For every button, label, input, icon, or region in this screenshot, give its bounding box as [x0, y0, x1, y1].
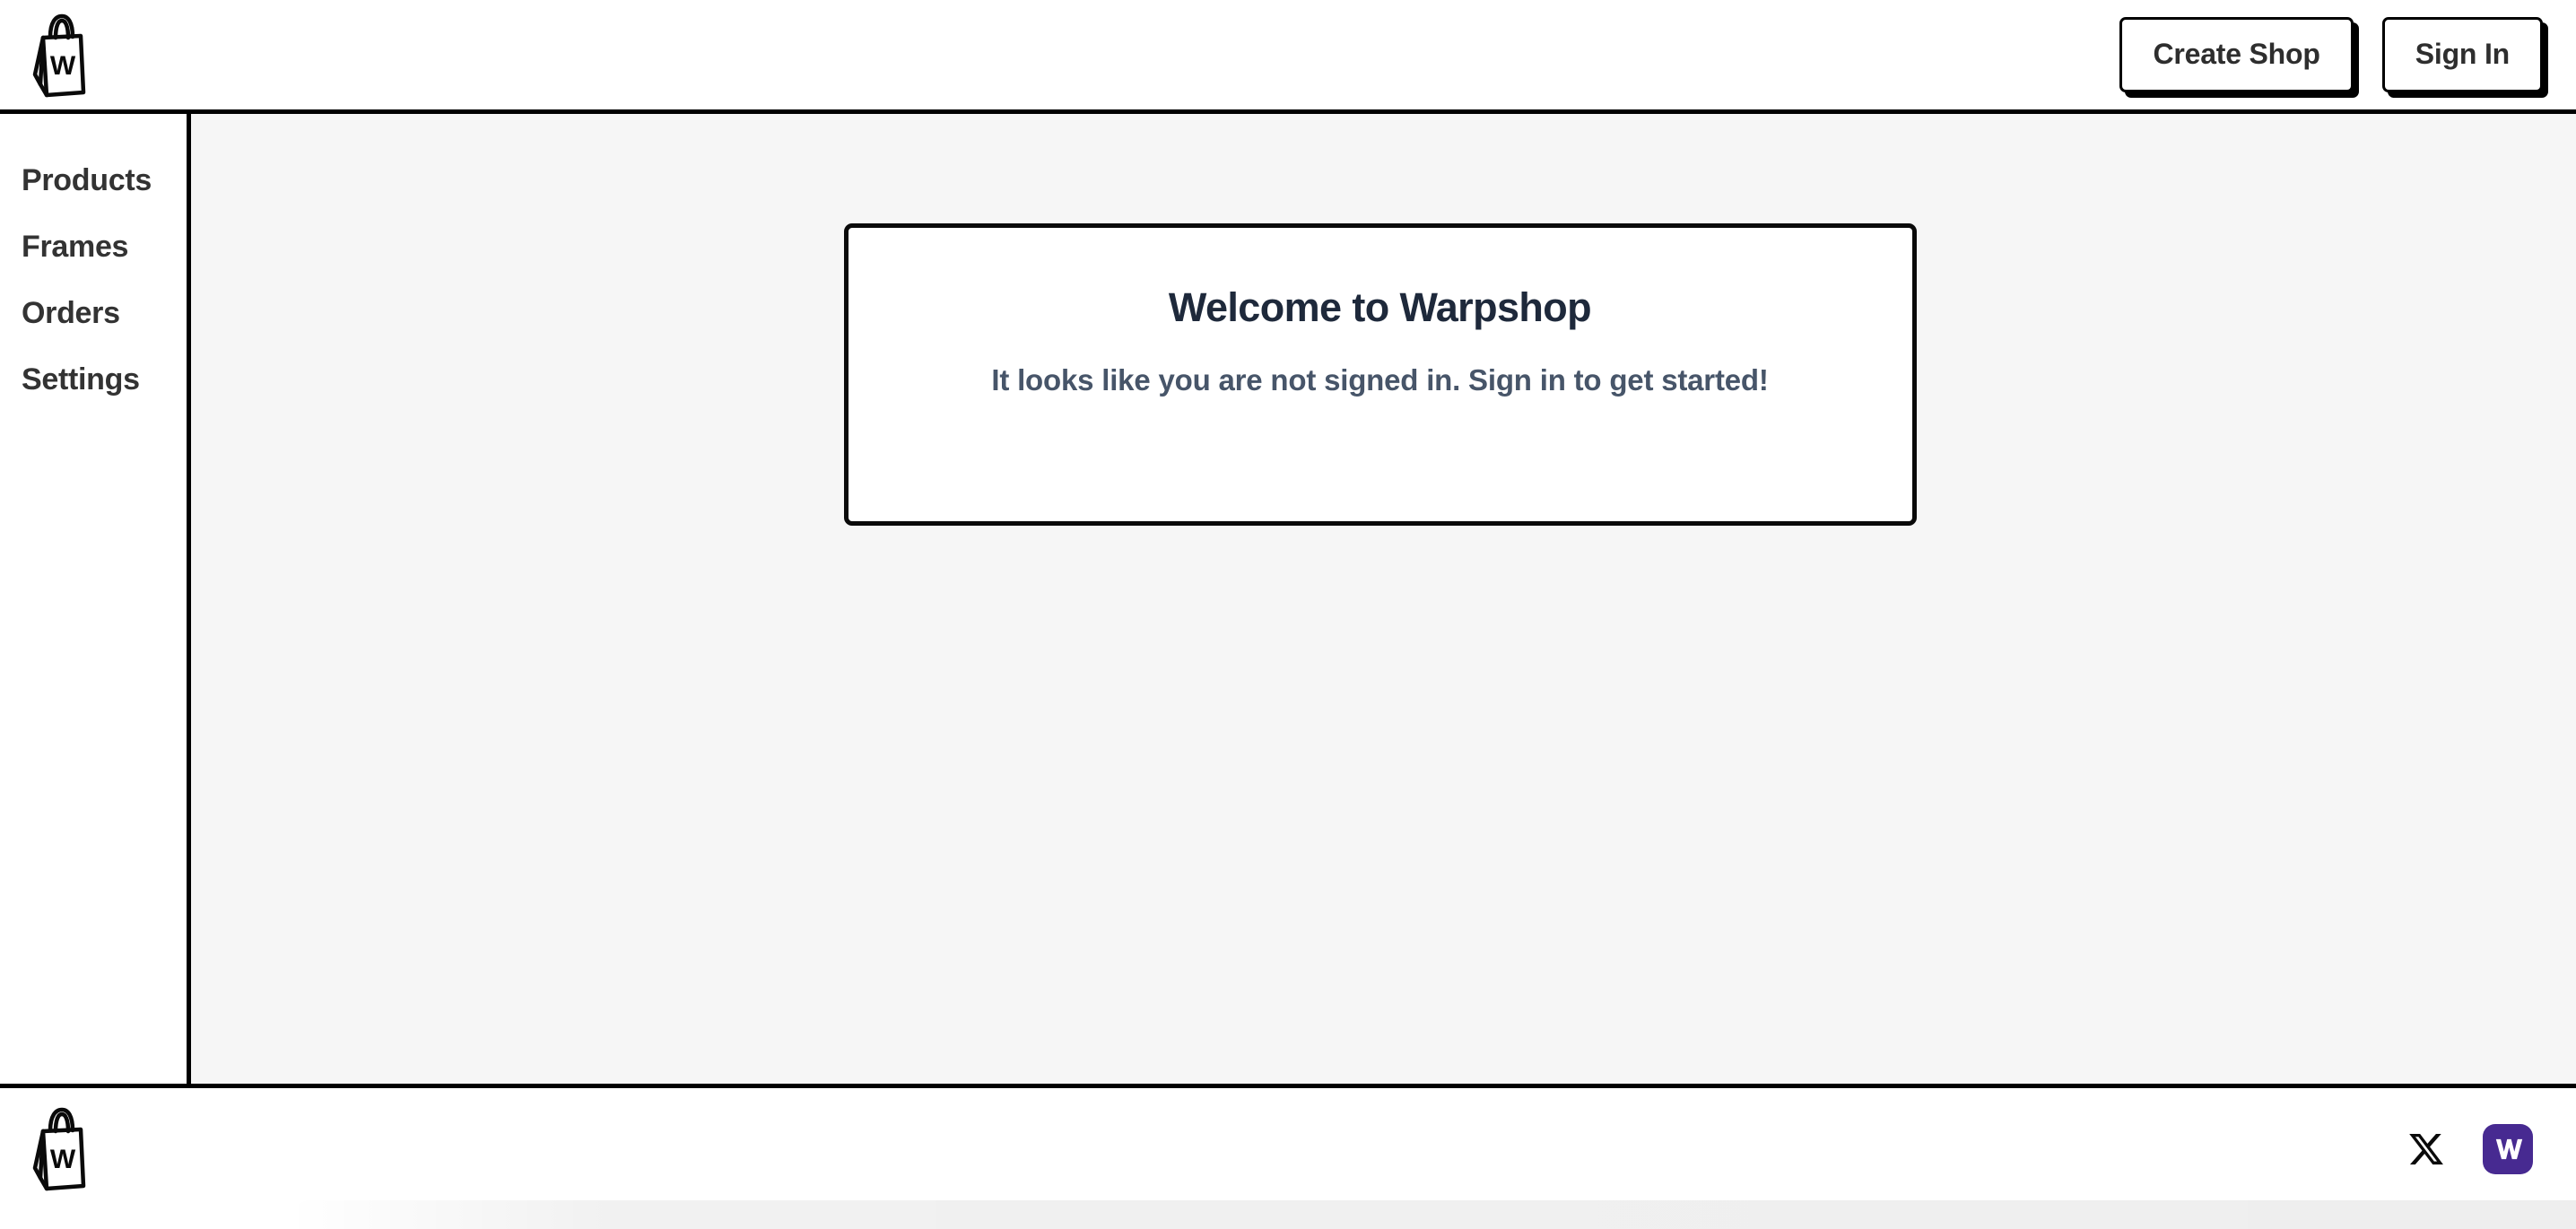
x-icon[interactable]: [2407, 1130, 2445, 1168]
welcome-card: Welcome to Warpshop It looks like you ar…: [843, 223, 1917, 526]
app-root: W Create Shop Sign In Products Frames Or…: [0, 0, 2576, 1229]
svg-text:W: W: [50, 1145, 76, 1174]
header-actions: Create Shop Sign In: [2119, 17, 2576, 92]
body-row: Products Frames Orders Settings Welcome …: [0, 114, 2576, 1088]
warpcast-icon[interactable]: [2483, 1124, 2533, 1174]
sign-in-button[interactable]: Sign In: [2381, 17, 2543, 92]
bottom-sheen-decoration: [287, 1200, 2576, 1229]
welcome-title: Welcome to Warpshop: [1168, 284, 1592, 330]
svg-text:W: W: [50, 51, 76, 81]
shopping-bag-logo-icon[interactable]: W: [27, 10, 91, 100]
welcome-subtitle: It looks like you are not signed in. Sig…: [991, 363, 1769, 397]
footer-social-links: [2407, 1103, 2533, 1174]
sidebar-item-settings[interactable]: Settings: [0, 364, 187, 395]
sidebar-item-frames[interactable]: Frames: [0, 231, 187, 262]
sidebar-nav: Products Frames Orders Settings: [0, 114, 191, 1084]
sidebar-item-products[interactable]: Products: [0, 165, 187, 196]
footer-shopping-bag-logo-icon[interactable]: W: [27, 1103, 91, 1193]
create-shop-button[interactable]: Create Shop: [2119, 17, 2354, 92]
page-footer: W: [0, 1088, 2576, 1229]
top-header: W Create Shop Sign In: [0, 0, 2576, 114]
main-content: Welcome to Warpshop It looks like you ar…: [191, 114, 2576, 1084]
sidebar-item-orders[interactable]: Orders: [0, 298, 187, 328]
